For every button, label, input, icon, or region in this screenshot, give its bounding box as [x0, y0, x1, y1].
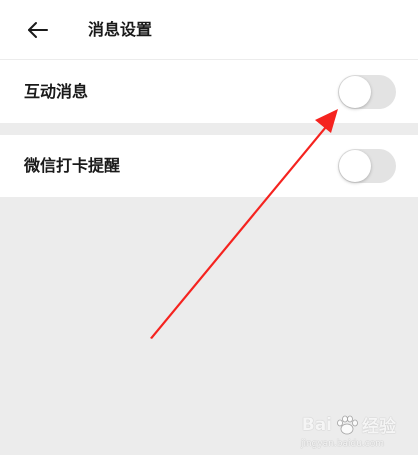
watermark-text-right: 经验	[362, 417, 396, 437]
baidu-jingyan-watermark: Bai 经验	[301, 412, 396, 438]
paw-icon	[337, 415, 358, 434]
toggle-knob	[339, 76, 371, 108]
setting-label: 互动消息	[24, 82, 89, 101]
top-bar: 消息设置	[0, 0, 418, 60]
interaction-messages-toggle[interactable]	[338, 75, 396, 109]
wechat-checkin-reminder-toggle[interactable]	[338, 149, 396, 183]
watermark-text-left: Bai	[301, 414, 332, 435]
arrow-left-icon	[28, 22, 48, 38]
setting-row-wechat-checkin-reminder: 微信打卡提醒	[0, 135, 418, 197]
toggle-knob	[339, 150, 371, 182]
setting-label: 微信打卡提醒	[24, 156, 121, 175]
back-button[interactable]	[20, 13, 56, 47]
setting-row-interaction-messages: 互动消息	[0, 61, 418, 123]
page-title: 消息设置	[88, 20, 153, 39]
section-divider	[0, 123, 418, 135]
watermark-url: jingyan.baidu.com	[300, 439, 384, 449]
